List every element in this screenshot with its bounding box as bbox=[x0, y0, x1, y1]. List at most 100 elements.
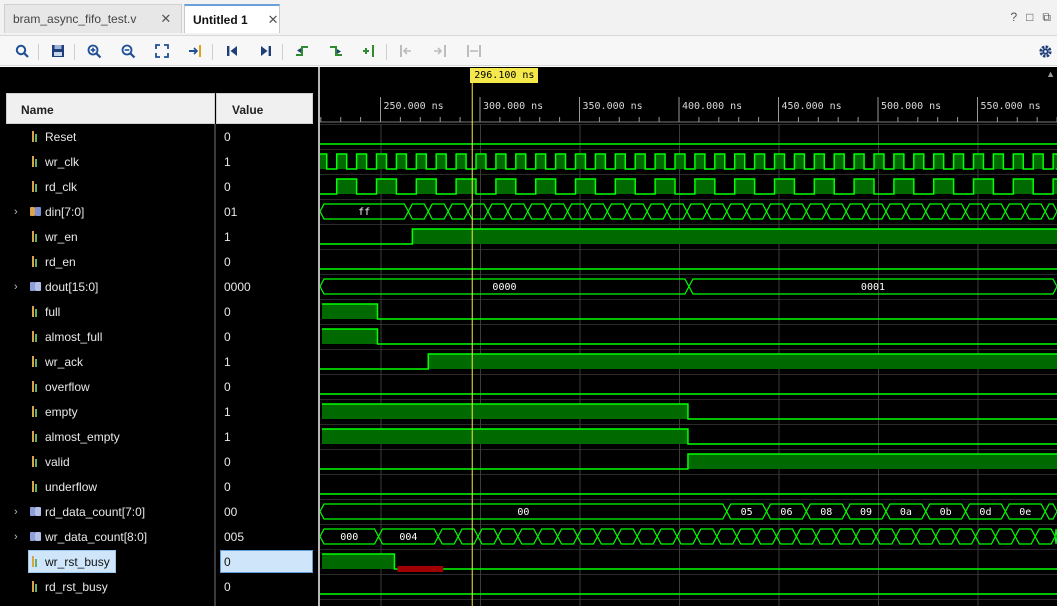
wr-clk-high-fill bbox=[336, 154, 347, 169]
wr-data-count-segment bbox=[596, 528, 618, 545]
signal-row-underflow[interactable]: underflow bbox=[6, 474, 214, 499]
signal-row-wr-clk[interactable]: wr_clk bbox=[6, 149, 214, 174]
wr-data-count-segment bbox=[696, 528, 718, 545]
din-segment bbox=[686, 203, 708, 220]
column-divider[interactable] bbox=[214, 124, 216, 606]
wr-en-high-fill bbox=[412, 229, 1057, 244]
signal-row-din[interactable]: › din[7:0] bbox=[6, 199, 214, 224]
tab-bar: bram_async_fifo_test.v ✕ Untitled 1 ✕ ? … bbox=[0, 0, 1057, 36]
help-icon[interactable]: ? bbox=[1010, 10, 1017, 25]
signal-value-rd-data-count: 00 bbox=[224, 504, 238, 519]
scroll-up-icon[interactable]: ▲ bbox=[1046, 69, 1055, 79]
close-icon[interactable]: ✕ bbox=[160, 11, 171, 27]
waveform-canvas[interactable]: 250.000 ns 300.000 ns 350.000 ns 400.000 ns… bbox=[320, 67, 1057, 606]
rd-clk-high-fill bbox=[615, 179, 636, 194]
signal-row-almost-full[interactable]: almost_full bbox=[6, 324, 214, 349]
din-segment bbox=[765, 203, 788, 220]
previous-transition-icon[interactable] bbox=[292, 42, 312, 60]
go-to-start-icon[interactable] bbox=[222, 42, 242, 60]
signal-row-rd-rst-busy[interactable]: rd_rst_busy bbox=[6, 574, 214, 599]
time-tick-label: 550.000 ns bbox=[980, 101, 1040, 112]
previous-marker-icon bbox=[396, 42, 416, 60]
name-column-header[interactable]: Name bbox=[6, 93, 215, 124]
din-segment bbox=[447, 203, 469, 220]
waveform-view[interactable]: 250.000 ns 300.000 ns 350.000 ns 400.000 ns… bbox=[320, 67, 1057, 606]
signal-row-dout[interactable]: › dout[15:0] bbox=[6, 274, 214, 299]
wr-data-count-segment bbox=[954, 528, 977, 545]
search-icon[interactable] bbox=[12, 42, 32, 60]
signal-row-almost-empty[interactable]: almost_empty bbox=[6, 424, 214, 449]
signal-value-rd-rst-busy: 0 bbox=[224, 579, 231, 594]
signal-name: underflow bbox=[45, 479, 98, 494]
tab-label: Untitled 1 bbox=[193, 12, 248, 27]
chevron-right-icon[interactable]: › bbox=[14, 506, 18, 518]
wr-data-count-segment bbox=[537, 528, 559, 545]
signal-row-rd-clk[interactable]: rd_clk bbox=[6, 174, 214, 199]
signal-name: din[7:0] bbox=[45, 204, 85, 219]
rd-data-count-value-label: 0a bbox=[900, 507, 912, 518]
zoom-fit-icon[interactable] bbox=[152, 42, 172, 60]
wr-clk-high-fill bbox=[635, 154, 646, 169]
chevron-right-icon[interactable]: › bbox=[14, 281, 18, 293]
rd-clk-high-fill bbox=[893, 179, 914, 194]
din-segment bbox=[1044, 203, 1057, 220]
rd-clk-high-fill bbox=[774, 179, 795, 194]
zoom-in-icon[interactable] bbox=[84, 42, 104, 60]
maximize-icon[interactable]: □ bbox=[1026, 10, 1033, 25]
tab-untitled-1[interactable]: Untitled 1 ✕ bbox=[184, 4, 280, 33]
zoom-out-icon[interactable] bbox=[118, 42, 138, 60]
rd-clk-high-fill bbox=[376, 179, 397, 194]
wr-data-count-segment bbox=[616, 528, 638, 545]
time-tick-label: 300.000 ns bbox=[483, 101, 543, 112]
wr-clk-trace bbox=[320, 153, 1057, 170]
next-transition-icon[interactable] bbox=[326, 42, 346, 60]
signal-row-full[interactable]: full bbox=[6, 299, 214, 324]
close-icon[interactable]: ✕ bbox=[268, 12, 279, 28]
signal-row-wr-data-count[interactable]: › wr_data_count[8:0] bbox=[6, 524, 214, 549]
save-icon[interactable] bbox=[48, 42, 68, 60]
din-segment bbox=[606, 203, 628, 220]
go-to-cursor-icon[interactable] bbox=[186, 42, 206, 60]
signal-name: valid bbox=[45, 454, 70, 469]
signal-row-wr-en[interactable]: wr_en bbox=[6, 224, 214, 249]
wr-clk-high-fill bbox=[754, 154, 765, 169]
signal-row-overflow[interactable]: overflow bbox=[6, 374, 214, 399]
add-marker-icon[interactable] bbox=[360, 42, 380, 60]
signal-row-valid[interactable]: valid bbox=[6, 449, 214, 474]
din-segment bbox=[626, 203, 648, 220]
wr-clk-high-fill bbox=[874, 154, 884, 169]
wr-clk-high-fill bbox=[973, 154, 984, 169]
settings-icon[interactable] bbox=[1035, 42, 1055, 60]
bit-signal-icon bbox=[30, 430, 41, 443]
signal-row-reset[interactable]: Reset bbox=[6, 124, 214, 149]
din-segment bbox=[706, 203, 728, 220]
rd-clk-high-fill bbox=[575, 179, 596, 194]
value-column-header[interactable]: Value bbox=[216, 93, 313, 124]
go-to-end-icon[interactable] bbox=[256, 42, 276, 60]
tab-bram-async-fifo-test[interactable]: bram_async_fifo_test.v ✕ bbox=[4, 4, 182, 33]
window-controls: ? □ ⧉ bbox=[1010, 10, 1051, 25]
signal-row-empty[interactable]: empty bbox=[6, 399, 214, 424]
restore-icon[interactable]: ⧉ bbox=[1042, 10, 1051, 25]
rd-clk-high-fill bbox=[973, 179, 994, 194]
wr-data-count-segment bbox=[457, 528, 479, 545]
tab-label: bram_async_fifo_test.v bbox=[13, 12, 137, 26]
signal-name: empty bbox=[45, 404, 78, 419]
signal-name: almost_empty bbox=[45, 429, 120, 444]
wr-clk-high-fill bbox=[320, 154, 327, 169]
wr-rst-busy-error-marker bbox=[397, 566, 444, 572]
chevron-right-icon[interactable]: › bbox=[14, 531, 18, 543]
signal-row-rd-en[interactable]: rd_en bbox=[6, 249, 214, 274]
din-segment bbox=[546, 203, 569, 220]
signal-value-wr-rst-busy[interactable]: 0 bbox=[220, 550, 313, 573]
wr-clk-high-fill bbox=[555, 154, 566, 169]
bit-signal-icon bbox=[30, 230, 41, 243]
wr-clk-high-fill bbox=[854, 154, 865, 169]
bit-signal-icon bbox=[30, 580, 41, 593]
signal-list-panel: Name Value Reset 0 wr_clk 1 rd_clk 0 › din[7:0]… bbox=[0, 93, 318, 606]
signal-row-wr-rst-busy[interactable]: wr_rst_busy bbox=[6, 549, 214, 574]
signal-row-wr-ack[interactable]: wr_ack bbox=[6, 349, 214, 374]
chevron-right-icon[interactable]: › bbox=[14, 206, 18, 218]
signal-row-rd-data-count[interactable]: › rd_data_count[7:0] bbox=[6, 499, 214, 524]
full-trace bbox=[321, 303, 1057, 320]
